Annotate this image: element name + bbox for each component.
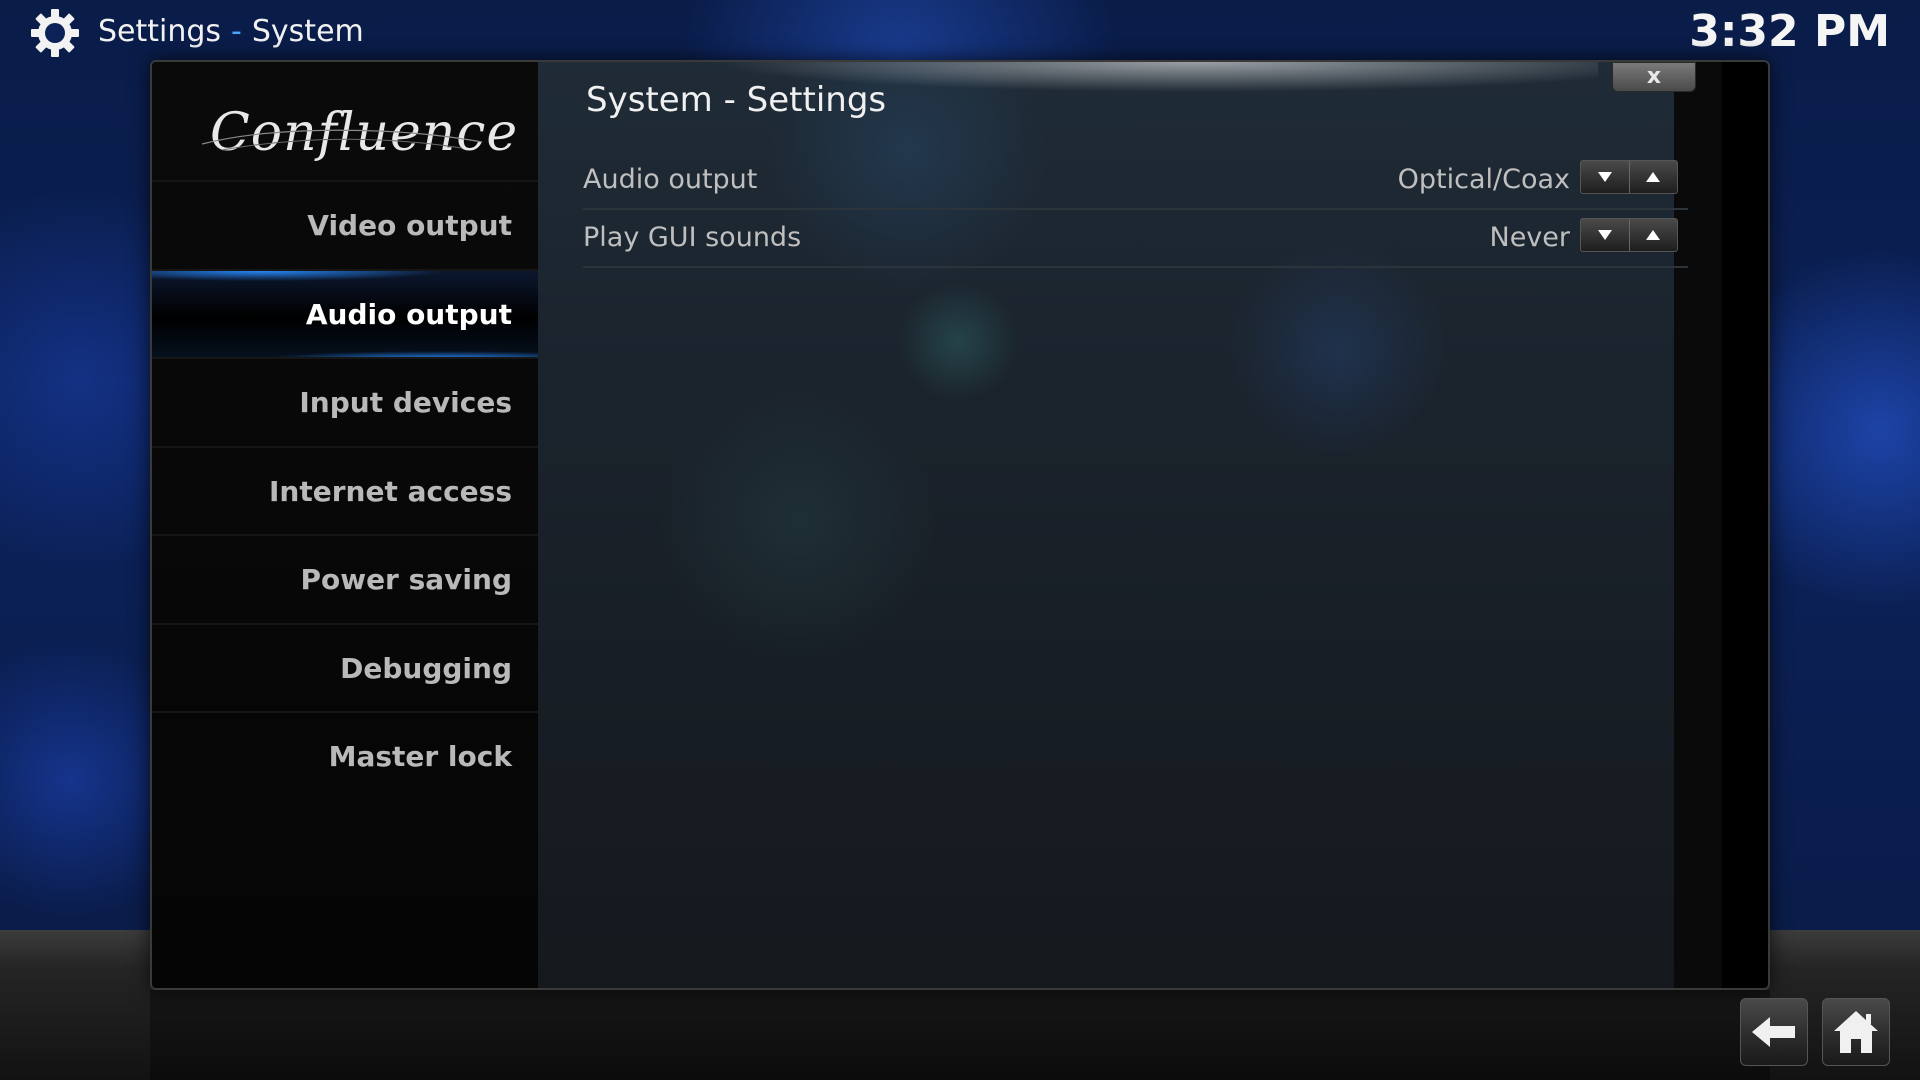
spin-down-button[interactable]	[1581, 219, 1629, 251]
setting-value: Optical/Coax	[1397, 164, 1570, 195]
dialog-title: System - Settings	[586, 80, 887, 120]
triangle-up-icon	[1646, 230, 1661, 240]
close-button[interactable]: x	[1612, 62, 1696, 92]
spin-up-button[interactable]	[1628, 219, 1677, 251]
breadcrumb-separator: -	[231, 14, 242, 49]
sidebar-item-internet-access[interactable]: Internet access	[152, 445, 538, 535]
spin-down-button[interactable]	[1581, 161, 1629, 193]
top-bar: Settings - System 3:32 PM	[0, 0, 1920, 62]
sidebar-item-master-lock[interactable]: Master lock	[152, 711, 538, 800]
spin-up-button[interactable]	[1628, 161, 1677, 193]
sidebar-menu: Video output Audio output Input devices …	[152, 180, 538, 800]
setting-label: Play GUI sounds	[583, 222, 802, 253]
home-button[interactable]	[1822, 998, 1890, 1066]
triangle-up-icon	[1646, 172, 1661, 182]
setting-row-audio-output[interactable]: Audio output Optical/Coax	[583, 152, 1688, 210]
spin-control	[1580, 160, 1678, 194]
spin-control	[1580, 218, 1678, 252]
back-arrow-icon	[1752, 1017, 1795, 1047]
back-button[interactable]	[1740, 998, 1808, 1066]
gear-icon	[31, 9, 79, 57]
sidebar: Confluence Video output Audio output Inp…	[152, 62, 538, 988]
setting-row-play-gui-sounds[interactable]: Play GUI sounds Never	[583, 210, 1688, 268]
home-icon	[1834, 1011, 1878, 1053]
breadcrumb: Settings - System	[98, 12, 364, 52]
sidebar-item-input-devices[interactable]: Input devices	[152, 357, 538, 446]
triangle-down-icon	[1597, 172, 1612, 182]
sidebar-item-power-saving[interactable]: Power saving	[152, 534, 538, 623]
setting-value: Never	[1489, 222, 1571, 253]
settings-list: Audio output Optical/Coax Play GUI sound…	[583, 152, 1688, 268]
content-panel: System - Settings Audio output Optical/C…	[538, 62, 1722, 988]
settings-dialog: Confluence Video output Audio output Inp…	[150, 60, 1770, 990]
clock: 3:32 PM	[1689, 6, 1890, 57]
triangle-down-icon	[1597, 230, 1612, 240]
breadcrumb-subsection: System	[251, 14, 364, 49]
setting-label: Audio output	[583, 164, 758, 195]
logo-swirl	[201, 129, 483, 151]
sidebar-item-debugging[interactable]: Debugging	[152, 622, 538, 712]
sidebar-item-video-output[interactable]: Video output	[152, 180, 538, 269]
sidebar-item-audio-output[interactable]: Audio output	[152, 268, 538, 357]
breadcrumb-section: Settings	[98, 14, 222, 49]
